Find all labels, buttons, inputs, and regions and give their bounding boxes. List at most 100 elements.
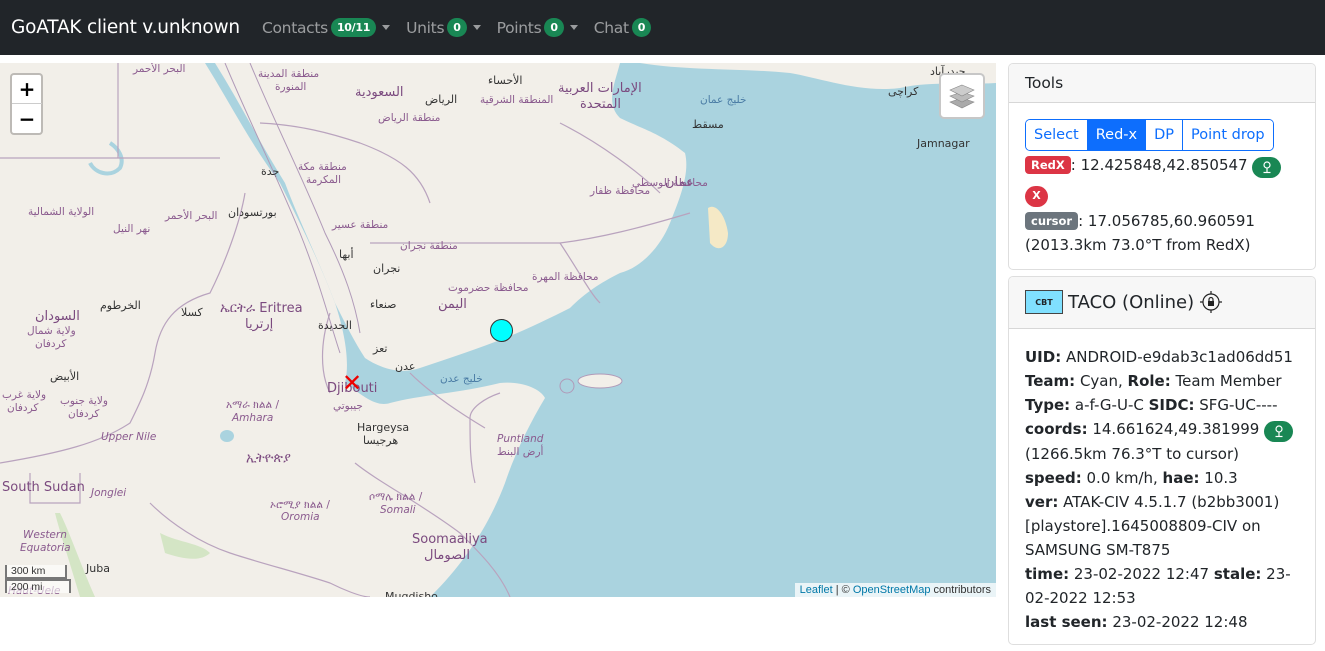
nav-chat[interactable]: Chat 0 xyxy=(593,18,652,37)
map-label: Somali xyxy=(380,504,416,516)
nav-points[interactable]: Points 0 xyxy=(497,18,578,37)
points-count-badge: 0 xyxy=(544,18,564,37)
map-label: Hargeysa xyxy=(357,421,410,434)
time-label: time: xyxy=(1025,564,1070,583)
nav-points-label: Points xyxy=(496,18,542,37)
map-label: مسقط xyxy=(692,118,724,131)
type-value: a-f-G-U-C xyxy=(1070,395,1149,414)
tool-dp-button[interactable]: DP xyxy=(1146,120,1184,150)
cursor-coords: : 17.056785,60.960591 xyxy=(1078,211,1255,230)
type-label: Type: xyxy=(1025,395,1071,414)
attribution-separator: | © xyxy=(832,584,853,596)
tool-redx-button[interactable]: Red-x xyxy=(1087,120,1147,150)
map-label: الحديدة xyxy=(318,319,352,332)
unit-card: CBT TACO (Online) UID: ANDROID-e9dab3c1a… xyxy=(1008,275,1316,645)
app-title[interactable]: GoATAK client v.unknown xyxy=(11,17,240,38)
coords-value: 14.661624,49.381999 xyxy=(1087,419,1265,438)
map-label: محافظة المهرة xyxy=(532,271,599,283)
last-seen-row: last seen: 23-02-2022 12:48 xyxy=(1025,610,1299,634)
team-row: Team: Cyan, Role: Team Member xyxy=(1025,369,1299,393)
map-label: المنطقة الشرقية xyxy=(480,94,554,106)
lock-target-icon[interactable] xyxy=(1198,289,1224,315)
chevron-down-icon xyxy=(472,25,481,30)
map-label: ኤርትራ Eritrea xyxy=(220,301,303,316)
role-label: Role: xyxy=(1127,371,1171,390)
speed-value: 0.0 km/h, xyxy=(1081,468,1163,487)
map-label: ولاية غرب xyxy=(2,389,47,401)
role-value: Team Member xyxy=(1170,371,1282,390)
map-label: الصومال xyxy=(424,548,470,563)
map-label: كراچی xyxy=(888,85,919,98)
map-label: منطقة المدينة xyxy=(258,68,320,80)
unit-title: TACO (Online) xyxy=(1068,291,1195,313)
nav-contacts-label: Contacts xyxy=(261,18,328,37)
map-label: ولاية جنوب xyxy=(60,395,108,407)
map-label: اليمن xyxy=(438,297,467,312)
map-label: منطقة عسير xyxy=(332,219,389,231)
map-label: Western xyxy=(23,529,67,541)
map-attribution: Leaflet | © OpenStreetMap contributors xyxy=(794,583,996,597)
team-value: Cyan, xyxy=(1075,371,1128,390)
nav-contacts[interactable]: Contacts 10/11 xyxy=(261,18,391,37)
sidc-value: SFG-UC---- xyxy=(1194,395,1278,414)
nav-chat-label: Chat xyxy=(593,18,629,37)
map-label: البحر الأحمر xyxy=(133,63,186,75)
redx-marker[interactable]: ✕ xyxy=(342,371,362,395)
tools-title: Tools xyxy=(1009,64,1315,103)
map-label: كردفان xyxy=(68,408,100,420)
redx-delete-button[interactable]: X xyxy=(1025,185,1048,207)
map-label: Amhara xyxy=(232,412,274,424)
map-label: South Sudan xyxy=(2,480,85,495)
contacts-count-badge: 10/11 xyxy=(330,18,377,37)
ver-label: ver: xyxy=(1025,492,1059,511)
team-label: Team: xyxy=(1025,371,1076,390)
time-value: 23-02-2022 12:47 xyxy=(1069,564,1214,583)
layers-button[interactable] xyxy=(939,73,985,119)
attribution-suffix: contributors xyxy=(930,584,991,596)
nav-units[interactable]: Units 0 xyxy=(406,18,481,37)
chevron-down-icon xyxy=(382,25,391,30)
map-label: منطقة الرياض xyxy=(378,112,441,124)
layers-icon xyxy=(949,84,975,109)
map-label: منطقة نجران xyxy=(400,240,458,252)
map-label: المكرمة xyxy=(306,174,342,186)
map-label: تعز xyxy=(373,342,388,355)
tool-select-button[interactable]: Select xyxy=(1026,120,1088,150)
map[interactable]: البحر الأحمر منطقة المدينة المنورة السعو… xyxy=(0,63,996,597)
map-label: السعودية xyxy=(355,85,404,100)
tools-card: Tools Select Red-x DP Point drop RedX : 1… xyxy=(1008,63,1316,270)
map-label: جدة xyxy=(261,165,280,178)
map-label: Jamnagar xyxy=(917,137,970,150)
map-label: محافظة ظفار xyxy=(590,185,651,197)
unit-locate-button[interactable] xyxy=(1264,420,1294,442)
tool-point-drop-button[interactable]: Point drop xyxy=(1183,120,1273,150)
uid-label: UID: xyxy=(1025,347,1062,366)
coords-distance: (1266.5km 76.3°T to cursor) xyxy=(1025,444,1239,463)
map-label: نهر النيل xyxy=(113,223,151,235)
map-label: الأبيض xyxy=(50,370,80,383)
leaflet-link[interactable]: Leaflet xyxy=(800,584,833,596)
map-label: Upper Nile xyxy=(101,431,157,443)
osm-link[interactable]: OpenStreetMap xyxy=(853,584,931,596)
map-label: خليج عمان xyxy=(700,94,747,106)
redx-locate-button[interactable] xyxy=(1252,157,1282,178)
map-label: አማራ ክልል / xyxy=(226,399,280,411)
hae-label: hae: xyxy=(1162,468,1200,487)
last-seen-label: last seen: xyxy=(1025,612,1108,631)
map-pin-icon xyxy=(1263,161,1271,174)
tool-mode-group: Select Red-x DP Point drop xyxy=(1025,119,1274,151)
speed-label: speed: xyxy=(1025,468,1082,487)
map-label: جيبوتي xyxy=(333,400,363,412)
zoom-in-button[interactable]: + xyxy=(12,75,42,104)
map-label: أرض البنط xyxy=(497,446,544,458)
map-label: إرتريا xyxy=(245,317,274,332)
map-scale: 300 km 200 mi xyxy=(5,565,71,593)
uid-row: UID: ANDROID-e9dab3c1ad06dd51 xyxy=(1025,345,1299,369)
map-label: صنعاء xyxy=(370,298,397,311)
unit-marker-taco[interactable] xyxy=(490,319,513,342)
redx-badge: RedX xyxy=(1025,156,1071,174)
zoom-out-button[interactable]: − xyxy=(12,104,42,133)
zoom-control: + − xyxy=(10,73,43,135)
hae-value: 10.3 xyxy=(1199,468,1238,487)
map-label: عدن xyxy=(395,360,416,373)
